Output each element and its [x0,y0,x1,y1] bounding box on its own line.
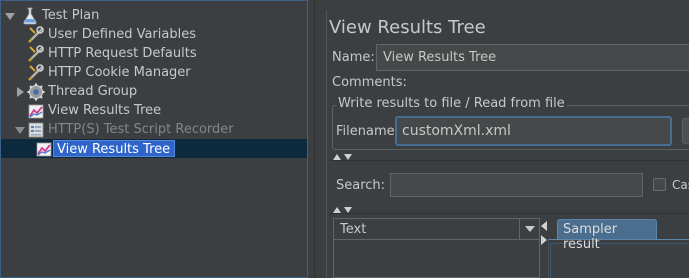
collapsed-toggle-icon[interactable] [15,86,25,97]
section-divider [330,213,689,214]
results-list[interactable] [333,240,540,278]
search-input[interactable] [390,173,643,197]
split-pane-divider[interactable] [308,0,322,278]
test-plan-tree[interactable]: Test Plan User Defined Variables HTTP Re… [0,0,308,278]
tree-node-https-test-script-recorder[interactable]: HTTP(S) Test Script Recorder [15,120,238,139]
expanded-toggle-icon[interactable] [15,125,25,135]
renderer-select-value: Text [340,222,367,237]
tree-node-label: Thread Group [48,84,138,99]
wrench-icon [28,63,44,81]
section-divider [330,160,689,161]
tree-node-user-defined-variables[interactable]: User Defined Variables [27,25,200,44]
vertical-split-arrows-icon[interactable] [540,218,548,278]
filename-input[interactable]: customXml.xml [395,116,672,146]
name-label: Name: [332,50,375,65]
gear-icon [27,83,45,100]
tree-node-view-results-tree[interactable]: View Results Tree [27,101,165,120]
file-section-title: Write results to file / Read from file [336,96,567,111]
browse-button[interactable] [682,118,689,144]
search-label: Search: [336,178,386,193]
tab-sampler-result[interactable]: Sampler result [557,219,657,252]
tree-node-label: View Results Tree [53,140,176,157]
case-sensitive-label: Cas [672,178,689,192]
flask-icon [23,7,37,24]
expanded-toggle-icon[interactable] [5,11,15,21]
tree-node-thread-group[interactable]: Thread Group [15,82,141,101]
renderer-select[interactable]: Text [333,218,540,240]
tree-node-label: Test Plan [42,8,100,23]
chart-icon [28,104,44,118]
panel-title: View Results Tree [329,17,486,38]
tree-node-view-results-tree-selected[interactable]: View Results Tree [1,139,307,158]
panel-border [326,10,327,278]
chevron-down-icon[interactable] [519,219,539,239]
tree-node-label: View Results Tree [48,103,162,118]
comments-label: Comments: [332,75,407,90]
tree-node-label: HTTP(S) Test Script Recorder [48,122,234,137]
wrench-icon [28,25,44,43]
tree-node-http-cookie-manager[interactable]: HTTP Cookie Manager [27,63,195,82]
tree-node-test-plan[interactable]: Test Plan [5,6,103,25]
case-sensitive-checkbox[interactable] [653,178,666,191]
view-results-tree-panel: View Results Tree Name: View Results Tre… [322,0,689,278]
recorder-icon [28,122,44,137]
filename-label: Filename [336,124,395,139]
tree-node-http-request-defaults[interactable]: HTTP Request Defaults [27,44,201,63]
tree-node-label: HTTP Request Defaults [48,46,197,61]
name-input[interactable]: View Results Tree [376,44,689,71]
tree-node-label: User Defined Variables [48,27,196,42]
chart-icon [36,142,52,156]
wrench-icon [28,44,44,62]
tree-node-label: HTTP Cookie Manager [48,65,191,80]
